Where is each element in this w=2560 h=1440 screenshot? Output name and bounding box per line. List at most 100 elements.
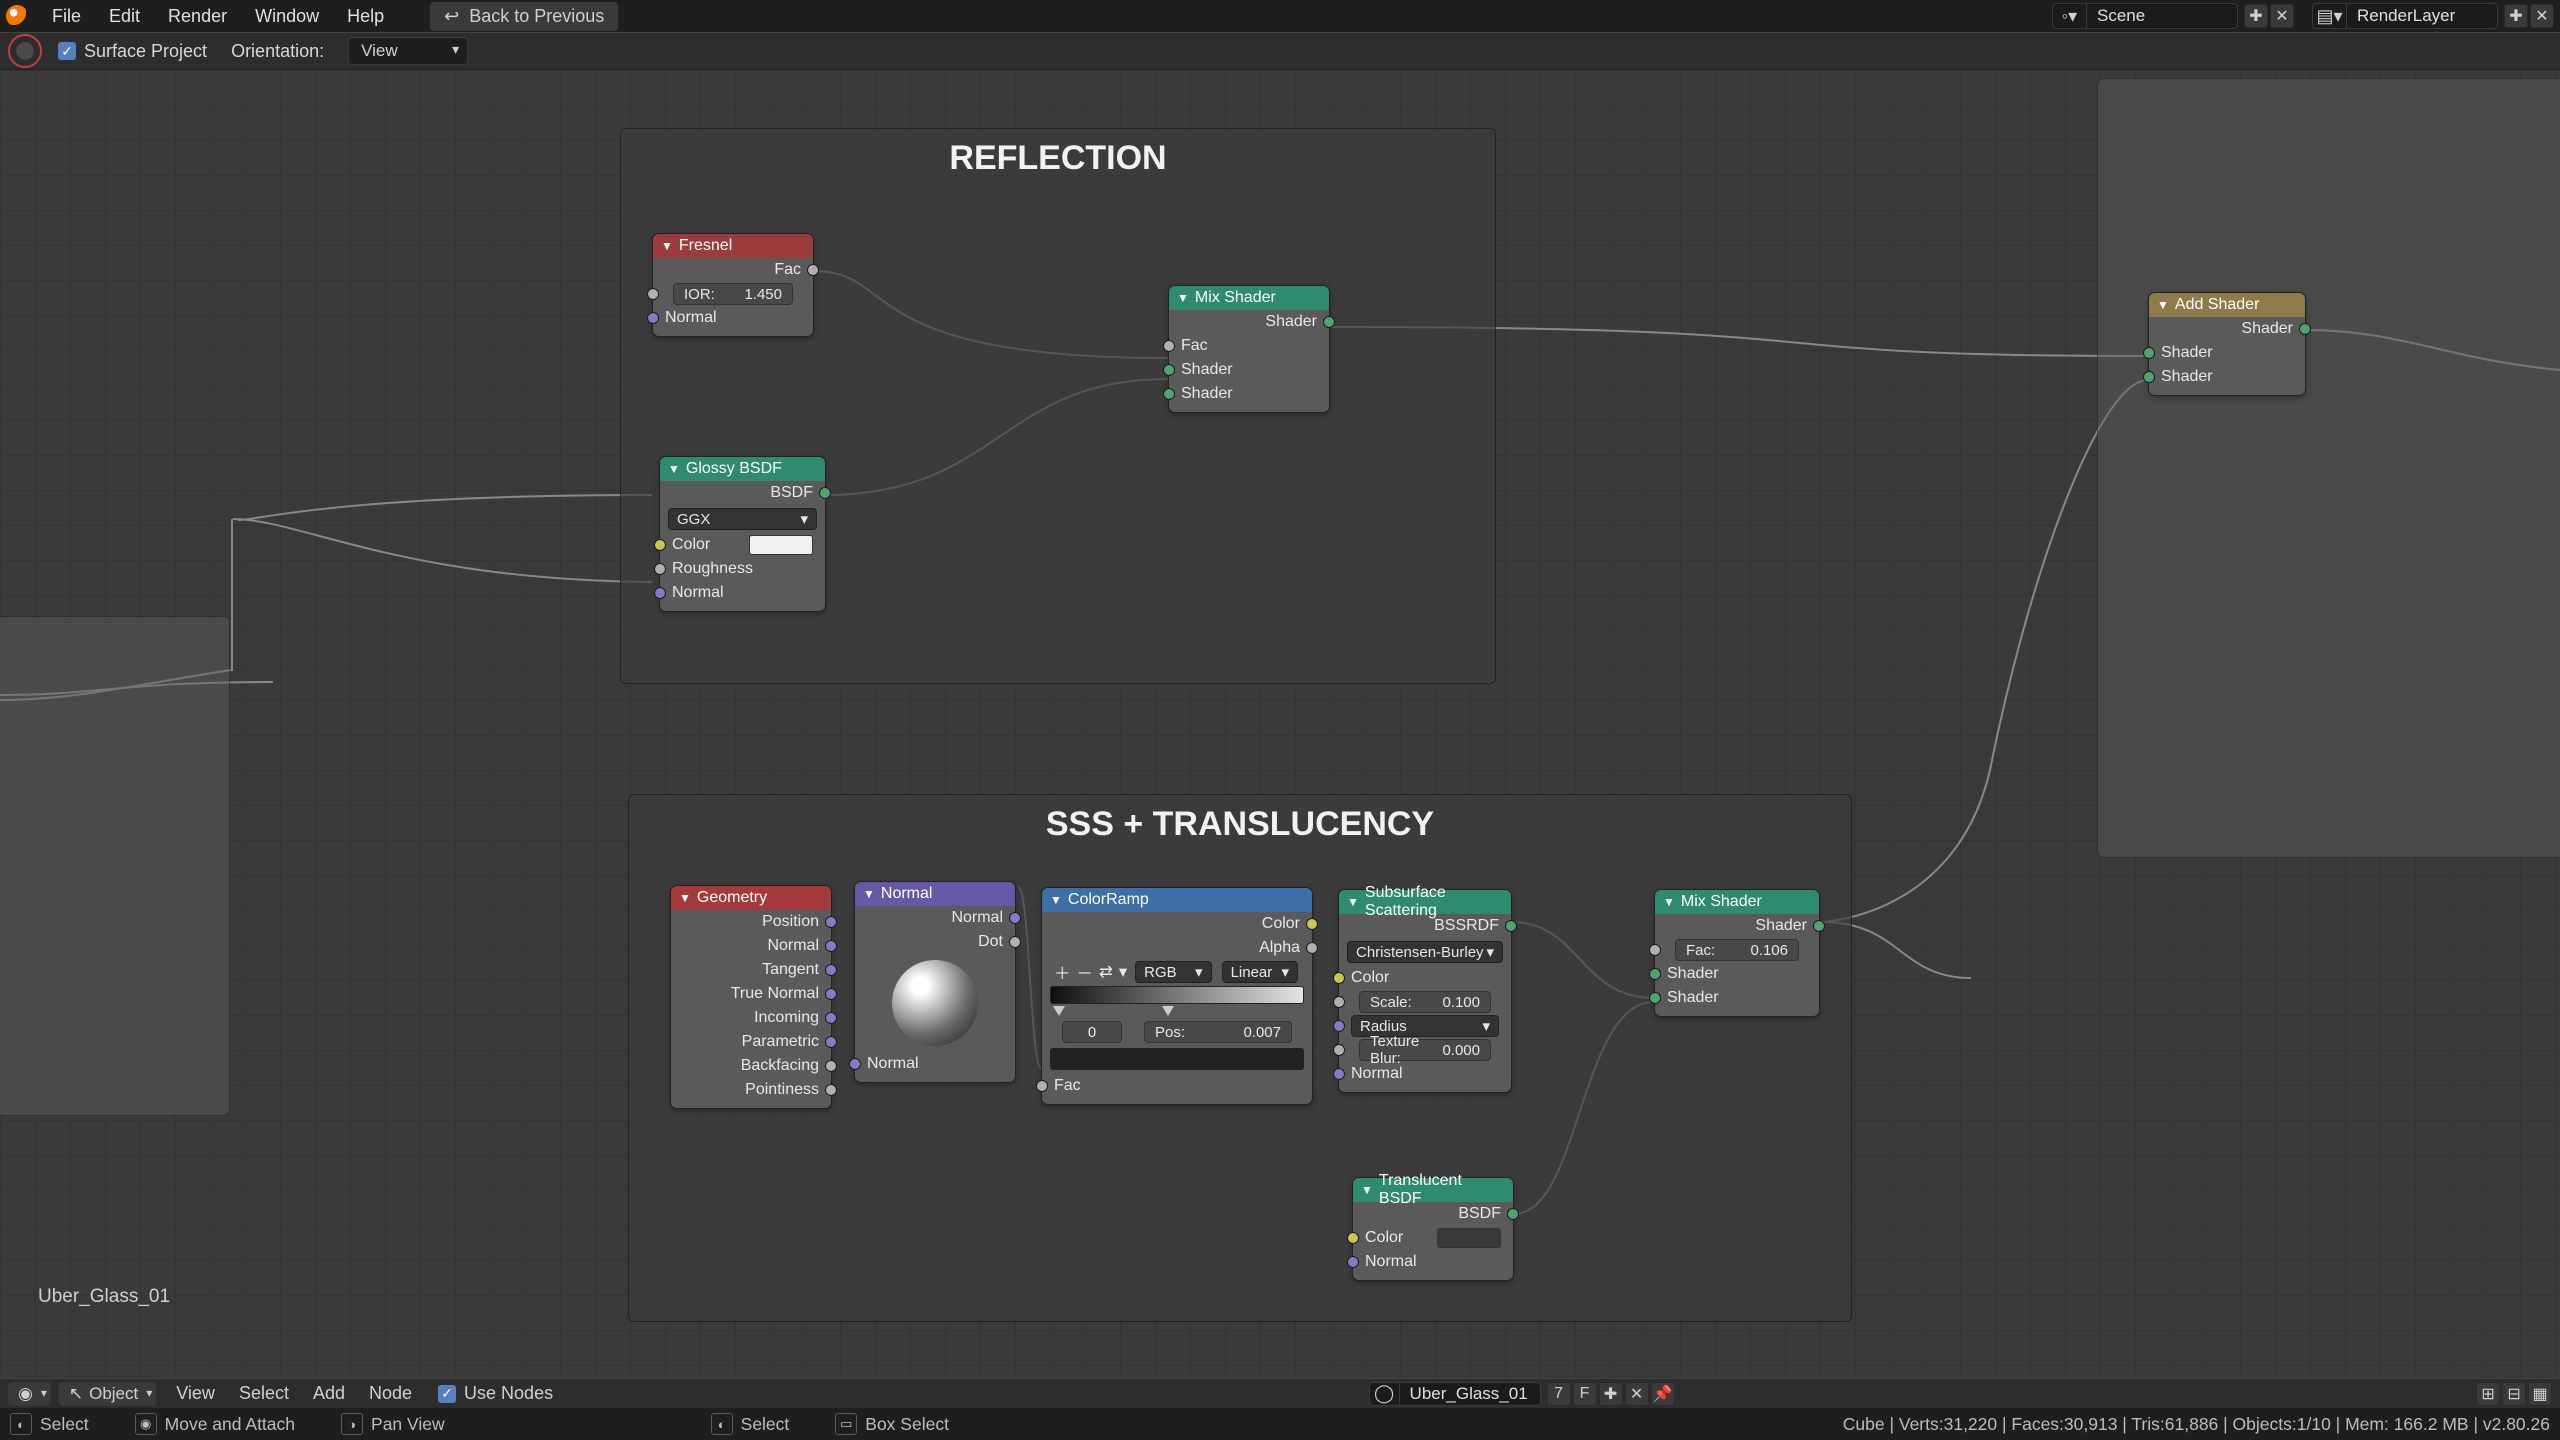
menu-render[interactable]: Render — [154, 4, 241, 29]
offscreen-panel-right — [2097, 78, 2560, 858]
ramp-add-stop[interactable]: ＋ — [1054, 960, 1071, 984]
socket-label: Normal — [1351, 1065, 1403, 1083]
overlay-toggle-1[interactable]: ⊞ — [2476, 1382, 2500, 1406]
socket-label: Shader — [1667, 965, 1719, 983]
use-nodes-checkbox[interactable]: ✓ — [438, 1385, 456, 1403]
socket-label: Shader — [1181, 361, 1233, 379]
mode-dropdown[interactable]: ↖Object — [59, 1382, 156, 1406]
node-subsurface-scattering[interactable]: ▼Subsurface Scattering BSSRDF Christense… — [1338, 889, 1512, 1093]
material-name-input[interactable] — [1400, 1384, 1540, 1404]
renderlayer-selector[interactable]: ▤▾ — [2312, 3, 2498, 29]
socket-label: Color — [672, 536, 710, 554]
node-mix-shader-2[interactable]: ▼Mix Shader Shader Fac:0.106 Shader Shad… — [1654, 889, 1820, 1017]
node-fresnel[interactable]: ▼Fresnel Fac IOR: 1.450 Normal — [652, 233, 814, 337]
surface-project-label: Surface Project — [84, 41, 207, 62]
scene-name-input[interactable] — [2087, 6, 2237, 26]
node-title: Glossy BSDF — [686, 460, 782, 478]
socket-label: Pointiness — [745, 1081, 819, 1099]
fresnel-ior-field[interactable]: IOR: 1.450 — [673, 283, 793, 305]
node-glossy-bsdf[interactable]: ▼Glossy BSDF BSDF GGX▾ Color Roughness N… — [659, 456, 826, 612]
socket-label: Roughness — [672, 560, 753, 578]
node-normal[interactable]: ▼Normal Normal Dot Normal — [854, 881, 1016, 1083]
ramp-stop-color[interactable] — [1050, 1048, 1304, 1070]
ramp-gradient[interactable] — [1050, 986, 1304, 1004]
ramp-flip[interactable]: ⇄ — [1099, 962, 1113, 982]
footer-select[interactable]: Select — [227, 1381, 301, 1406]
sss-falloff-dropdown[interactable]: Christensen-Burley▾ — [1347, 941, 1503, 963]
socket-label: Fac — [774, 261, 801, 279]
socket-label: Alpha — [1259, 939, 1300, 957]
glossy-distribution-dropdown[interactable]: GGX▾ — [668, 508, 817, 530]
material-new-button[interactable]: ✚ — [1599, 1382, 1623, 1406]
material-users-button[interactable]: 7 — [1547, 1382, 1571, 1406]
orientation-dropdown[interactable]: View — [348, 37, 468, 65]
overlay-toggle-2[interactable]: ⊟ — [2502, 1382, 2526, 1406]
node-geometry[interactable]: ▼Geometry Position Normal Tangent True N… — [670, 885, 832, 1109]
ramp-tools[interactable]: ▾ — [1119, 962, 1127, 982]
sss-blur-field[interactable]: Texture Blur:0.000 — [1359, 1039, 1491, 1061]
node-colorramp[interactable]: ▼ColorRamp Color Alpha ＋ － ⇄ ▾ RGB▾ Line… — [1041, 887, 1313, 1105]
node-title: Normal — [881, 885, 933, 903]
scene-del-button[interactable]: ✕ — [2270, 4, 2294, 28]
socket-label: Shader — [2161, 344, 2213, 362]
frame-reflection-title: REFLECTION — [621, 129, 1495, 184]
ramp-stop-index[interactable]: 0 — [1062, 1021, 1122, 1043]
layer-icon: ▤▾ — [2313, 4, 2347, 28]
top-menu-bar: File Edit Render Window Help ↩ Back to P… — [0, 0, 2560, 32]
socket-label: Normal — [767, 937, 819, 955]
node-title: Mix Shader — [1195, 289, 1276, 307]
socket-label: BSDF — [770, 484, 813, 502]
back-to-previous-button[interactable]: ↩ Back to Previous — [430, 2, 618, 31]
layer-new-button[interactable]: ✚ — [2504, 4, 2528, 28]
socket-label: Normal — [951, 909, 1003, 927]
socket-label: Tangent — [762, 961, 819, 979]
ramp-stop-position[interactable]: Pos:0.007 — [1144, 1021, 1292, 1043]
glossy-color-swatch[interactable] — [749, 535, 813, 555]
scene-icon: ◦▾ — [2053, 4, 2087, 28]
material-pin-button[interactable]: 📌 — [1651, 1382, 1675, 1406]
annotate-tool-icon[interactable] — [8, 34, 42, 68]
mix2-fac-field[interactable]: Fac:0.106 — [1675, 939, 1799, 961]
menu-edit[interactable]: Edit — [95, 4, 154, 29]
overlay-toggle-3[interactable]: ▦ — [2528, 1382, 2552, 1406]
hint-box: Box Select — [865, 1414, 949, 1435]
scene-selector[interactable]: ◦▾ — [2052, 3, 2238, 29]
ramp-interp-dropdown[interactable]: Linear▾ — [1222, 961, 1298, 983]
material-unlink-button[interactable]: ✕ — [1625, 1382, 1649, 1406]
material-fakeuser-button[interactable]: F — [1573, 1382, 1597, 1406]
sss-scale-field[interactable]: Scale:0.100 — [1359, 991, 1491, 1013]
layer-name-input[interactable] — [2347, 6, 2497, 26]
footer-view[interactable]: View — [164, 1381, 227, 1406]
node-editor-canvas[interactable]: REFLECTION ▼Fresnel Fac IOR: 1.450 Norma… — [0, 70, 2560, 1378]
node-mix-shader-1[interactable]: ▼Mix Shader Shader Fac Shader Shader — [1168, 285, 1330, 413]
socket-label: Color — [1365, 1229, 1403, 1247]
footer-node[interactable]: Node — [357, 1381, 424, 1406]
ramp-mode-dropdown[interactable]: RGB▾ — [1135, 961, 1211, 983]
socket-label: Shader — [2161, 368, 2213, 386]
menu-file[interactable]: File — [38, 4, 95, 29]
scene-new-button[interactable]: ✚ — [2244, 4, 2268, 28]
ramp-del-stop[interactable]: － — [1077, 960, 1094, 984]
layer-del-button[interactable]: ✕ — [2530, 4, 2554, 28]
socket-label: Normal — [665, 309, 717, 327]
scene-stats: Cube | Verts:31,220 | Faces:30,913 | Tri… — [1843, 1414, 2550, 1435]
editor-type-dropdown[interactable]: ◉ — [8, 1382, 51, 1406]
socket-label: Incoming — [754, 1009, 819, 1027]
menu-window[interactable]: Window — [241, 4, 333, 29]
surface-project-checkbox[interactable]: ✓ — [58, 42, 76, 60]
hint-select-2: Select — [741, 1414, 790, 1435]
frame-sss-title: SSS + TRANSLUCENCY — [629, 795, 1851, 850]
footer-add[interactable]: Add — [301, 1381, 357, 1406]
translucent-color-swatch[interactable] — [1437, 1228, 1501, 1248]
normal-direction-sphere[interactable] — [892, 960, 978, 1046]
hint-select: Select — [40, 1414, 89, 1435]
node-translucent-bsdf[interactable]: ▼Translucent BSDF BSDF Color Normal — [1352, 1177, 1514, 1281]
mouse-left-icon-2: ◐ — [711, 1413, 733, 1435]
socket-label: Shader — [1667, 989, 1719, 1007]
node-add-shader[interactable]: ▼Add Shader Shader Shader Shader — [2148, 292, 2306, 396]
back-icon: ↩ — [444, 6, 459, 27]
menu-help[interactable]: Help — [333, 4, 398, 29]
material-selector[interactable]: ◯ — [1369, 1382, 1541, 1406]
ramp-stops[interactable] — [1050, 1006, 1304, 1020]
socket-label: Color — [1262, 915, 1300, 933]
